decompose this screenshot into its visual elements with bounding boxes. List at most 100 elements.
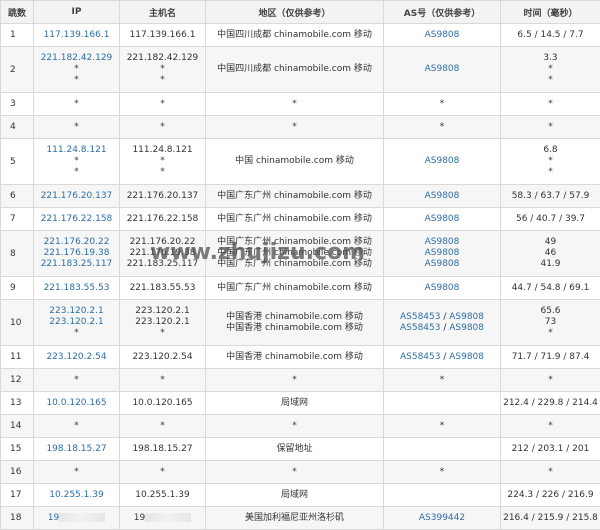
ip-link[interactable]: 221.176.20.137: [34, 191, 119, 202]
hop-number: 5: [1, 139, 34, 185]
table-row: 1310.0.120.16510.0.120.165局域网212.4 / 229…: [1, 392, 600, 415]
as-link[interactable]: AS58453: [400, 323, 441, 333]
region-cell: *: [206, 116, 384, 139]
ip-link[interactable]: 10.0.120.165: [34, 398, 119, 409]
latency-text: *: [501, 122, 600, 133]
as-cell: AS9808AS9808AS9808: [384, 231, 501, 277]
hostname-text: *: [120, 75, 205, 86]
ip-link[interactable]: 223.120.2.1: [34, 306, 119, 317]
ip-link[interactable]: 221.176.20.22: [34, 237, 119, 248]
hostname-cell: 221.183.55.53: [120, 277, 206, 300]
latency-text: 56 / 40.7 / 39.7: [501, 214, 600, 225]
latency-text: 73: [501, 317, 600, 328]
latency-text: *: [501, 99, 600, 110]
hop-number: 17: [1, 484, 34, 507]
ip-link[interactable]: 221.183.25.117: [34, 259, 119, 270]
as-link[interactable]: AS58453: [400, 352, 441, 362]
hostname-text: 221.183.25.117: [120, 259, 205, 270]
as-link[interactable]: AS9808: [425, 214, 460, 224]
as-link[interactable]: AS9808: [425, 259, 460, 269]
latency-text: 58.3 / 63.7 / 57.9: [501, 191, 600, 202]
ip-link[interactable]: 221.176.22.158: [34, 214, 119, 225]
ip-link[interactable]: 111.24.8.121: [34, 145, 119, 156]
hop-number: 8: [1, 231, 34, 277]
ip-link: *: [34, 64, 119, 75]
hop-number: 15: [1, 438, 34, 461]
as-cell: AS9808: [384, 185, 501, 208]
as-empty: *: [440, 467, 445, 477]
redacted-mask: [59, 513, 105, 522]
as-link[interactable]: AS9808: [449, 323, 484, 333]
latency-text: 49: [501, 237, 600, 248]
region-cell: 中国广东广州 chinamobile.com 移动: [206, 208, 384, 231]
hostname-cell: 221.176.20.137: [120, 185, 206, 208]
hostname-text: 221.176.22.158: [120, 214, 205, 225]
ip-link[interactable]: 10.255.1.39: [34, 490, 119, 501]
hop-number: 18: [1, 507, 34, 530]
as-link[interactable]: AS9808: [449, 352, 484, 362]
as-line: *: [384, 122, 500, 133]
as-link[interactable]: AS399442: [419, 513, 465, 523]
region-cell: 美国加利福尼亚州洛杉矶: [206, 507, 384, 530]
region-cell: 中国四川成都 chinamobile.com 移动: [206, 24, 384, 47]
latency-text: 65.6: [501, 306, 600, 317]
as-link[interactable]: AS58453: [400, 312, 441, 322]
table-row: 5111.24.8.121**111.24.8.121**中国 chinamob…: [1, 139, 600, 185]
region-text: 中国广东广州 chinamobile.com 移动: [206, 248, 383, 259]
as-line: AS58453 / AS9808: [384, 312, 500, 323]
region-text: 中国四川成都 chinamobile.com 移动: [206, 30, 383, 41]
ip-link[interactable]: 223.120.2.1: [34, 317, 119, 328]
ip-link[interactable]: 221.183.55.53: [34, 283, 119, 294]
as-link[interactable]: AS9808: [449, 312, 484, 322]
ip-cell: 223.120.2.1223.120.2.1*: [34, 300, 120, 346]
hop-number: 7: [1, 208, 34, 231]
ip-link[interactable]: 198.18.15.27: [34, 444, 119, 455]
hostname-text: 221.176.20.137: [120, 191, 205, 202]
as-link[interactable]: AS9808: [425, 156, 460, 166]
as-link[interactable]: AS9808: [425, 237, 460, 247]
hop-number: 16: [1, 461, 34, 484]
table-row: 4*****: [1, 116, 600, 139]
ip-link: *: [34, 467, 119, 478]
hop-number: 9: [1, 277, 34, 300]
as-link[interactable]: AS9808: [425, 248, 460, 258]
hop-number: 1: [1, 24, 34, 47]
as-line: AS9808: [384, 30, 500, 41]
ip-cell: 221.183.55.53: [34, 277, 120, 300]
ip-link[interactable]: 223.120.2.54: [34, 352, 119, 363]
as-link[interactable]: AS9808: [425, 191, 460, 201]
as-link[interactable]: AS9808: [425, 30, 460, 40]
hostname-text: 221.182.42.129: [120, 53, 205, 64]
ip-link[interactable]: 117.139.166.1: [34, 30, 119, 41]
ip-link[interactable]: 221.182.42.129: [34, 53, 119, 64]
as-line: *: [384, 421, 500, 432]
hostname-cell: *: [120, 461, 206, 484]
as-link[interactable]: AS9808: [425, 64, 460, 74]
as-empty: *: [440, 375, 445, 385]
ip-link[interactable]: 221.176.19.38: [34, 248, 119, 259]
as-cell: *: [384, 93, 501, 116]
table-body: 1117.139.166.1117.139.166.1中国四川成都 chinam…: [1, 24, 600, 530]
table-row: 8221.176.20.22221.176.19.38221.183.25.11…: [1, 231, 600, 277]
hostname-cell: 111.24.8.121**: [120, 139, 206, 185]
header-as: AS号（仅供参考）: [384, 1, 501, 24]
table-row: 181919美国加利福尼亚州洛杉矶AS399442216.4 / 215.9 /…: [1, 507, 600, 530]
as-link[interactable]: AS9808: [425, 283, 460, 293]
hostname-cell: 10.0.120.165: [120, 392, 206, 415]
region-text: 中国香港 chinamobile.com 移动: [206, 323, 383, 334]
table-row: 2221.182.42.129**221.182.42.129**中国四川成都 …: [1, 47, 600, 93]
hostname-cell: *: [120, 116, 206, 139]
latency-text: *: [501, 156, 600, 167]
as-cell: AS399442: [384, 507, 501, 530]
as-cell: [384, 392, 501, 415]
hostname-text: 223.120.2.1: [120, 317, 205, 328]
ip-cell: 10.255.1.39: [34, 484, 120, 507]
ip-link: *: [34, 122, 119, 133]
hostname-text: *: [120, 375, 205, 386]
latency-cell: 212.4 / 229.8 / 214.4: [501, 392, 600, 415]
ip-cell: 221.176.20.137: [34, 185, 120, 208]
ip-cell: 221.176.20.22221.176.19.38221.183.25.117: [34, 231, 120, 277]
latency-cell: 58.3 / 63.7 / 57.9: [501, 185, 600, 208]
latency-cell: 6.8**: [501, 139, 600, 185]
latency-cell: 56 / 40.7 / 39.7: [501, 208, 600, 231]
